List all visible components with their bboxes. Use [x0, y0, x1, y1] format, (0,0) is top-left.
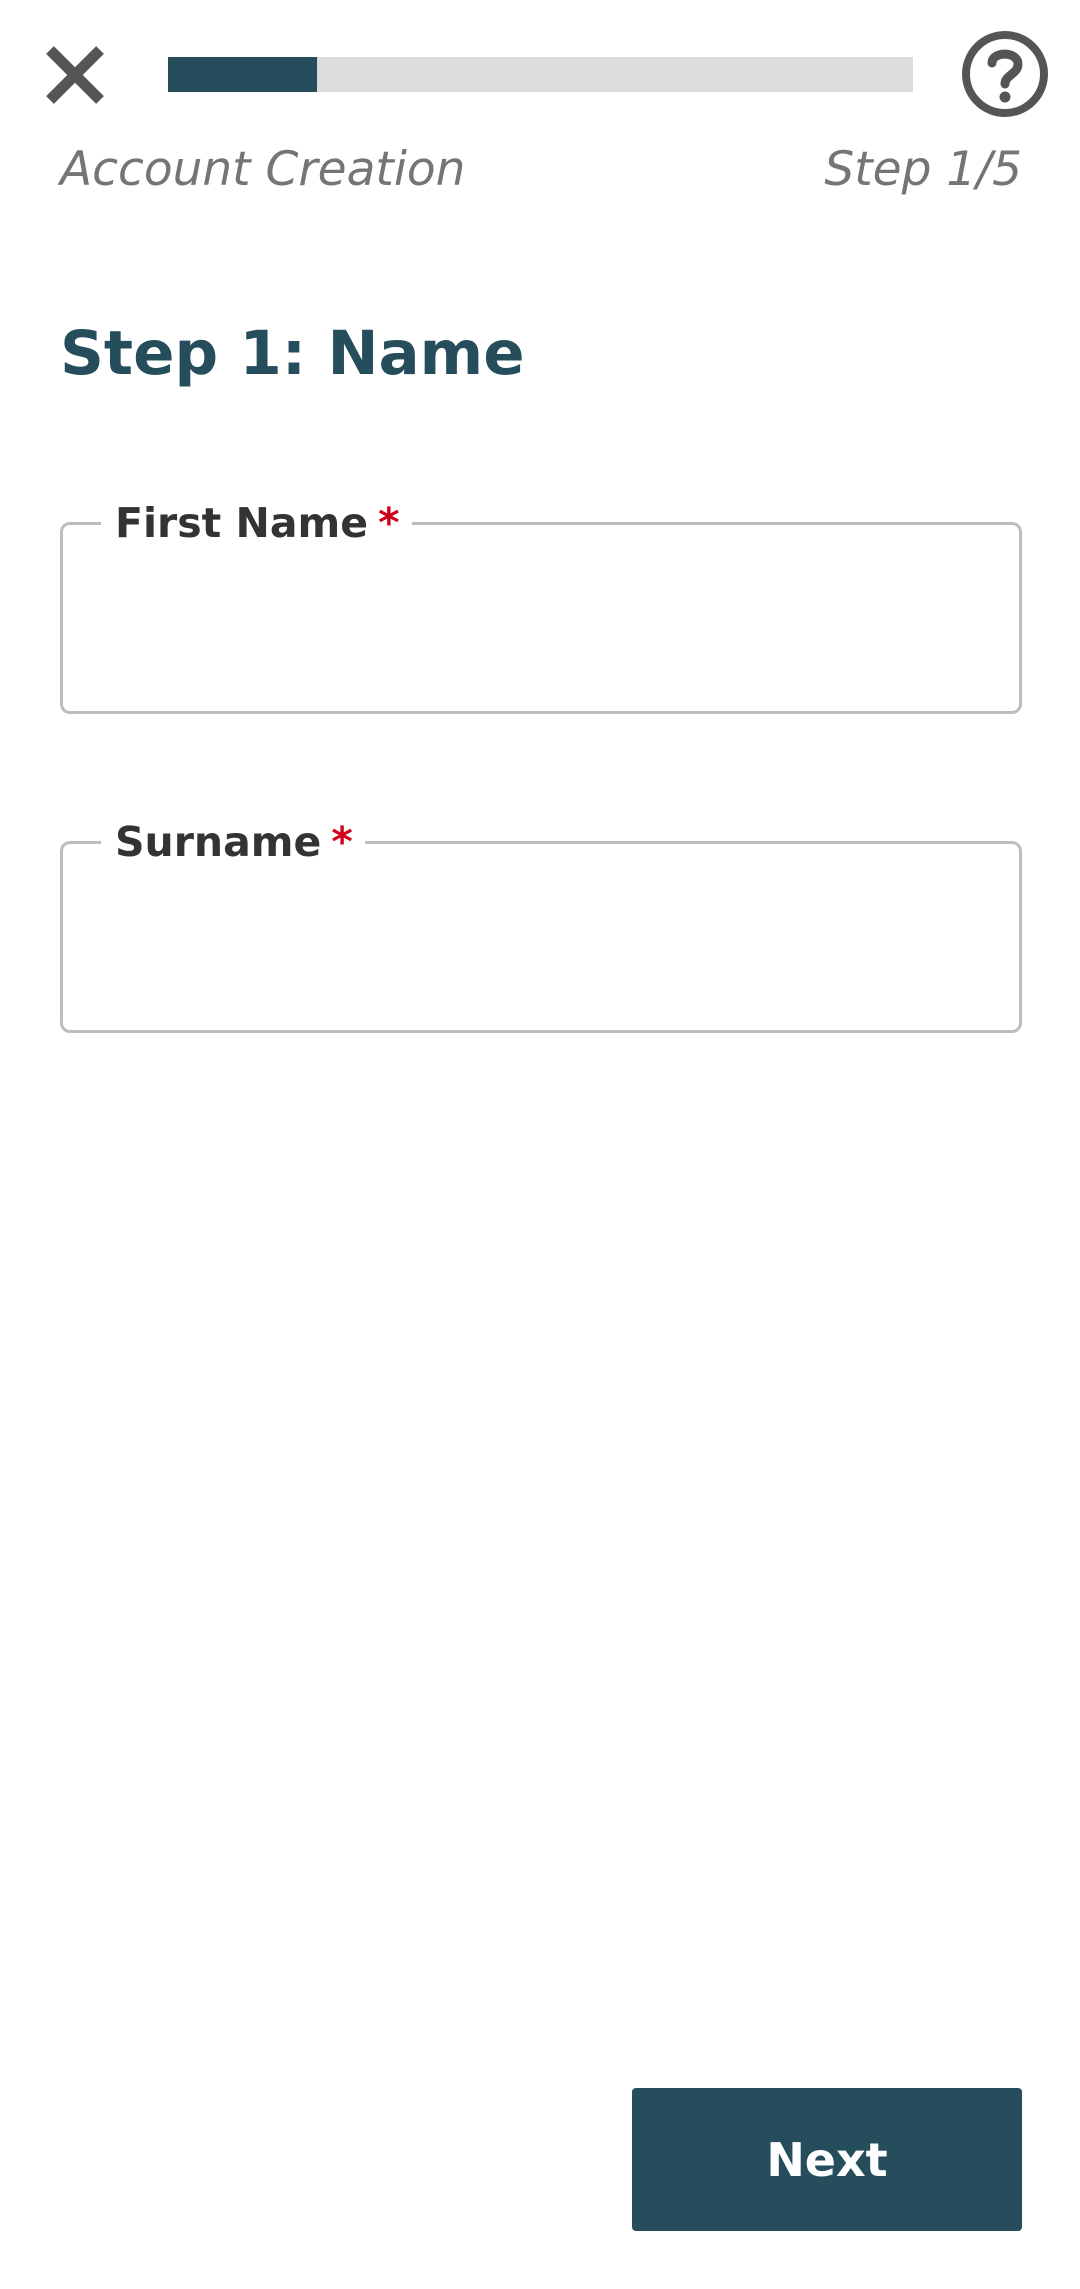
help-button[interactable] — [960, 29, 1050, 119]
next-button[interactable]: Next — [632, 2088, 1022, 2231]
first-name-input[interactable] — [63, 525, 1019, 711]
surname-input[interactable] — [63, 844, 1019, 1030]
progress-bar — [168, 57, 913, 92]
step-indicator: Step 1/5 — [824, 142, 1022, 197]
progress-bar-fill — [168, 57, 317, 92]
help-circle-icon — [962, 31, 1048, 117]
page-title: Step 1: Name — [60, 318, 525, 389]
close-button[interactable] — [42, 42, 108, 108]
subheader: Account Creation Step 1/5 — [60, 142, 1022, 202]
close-icon — [46, 46, 104, 104]
flow-title: Account Creation — [60, 142, 466, 197]
first-name-field[interactable]: First Name * — [60, 495, 1022, 714]
surname-field[interactable]: Surname * — [60, 814, 1022, 1033]
